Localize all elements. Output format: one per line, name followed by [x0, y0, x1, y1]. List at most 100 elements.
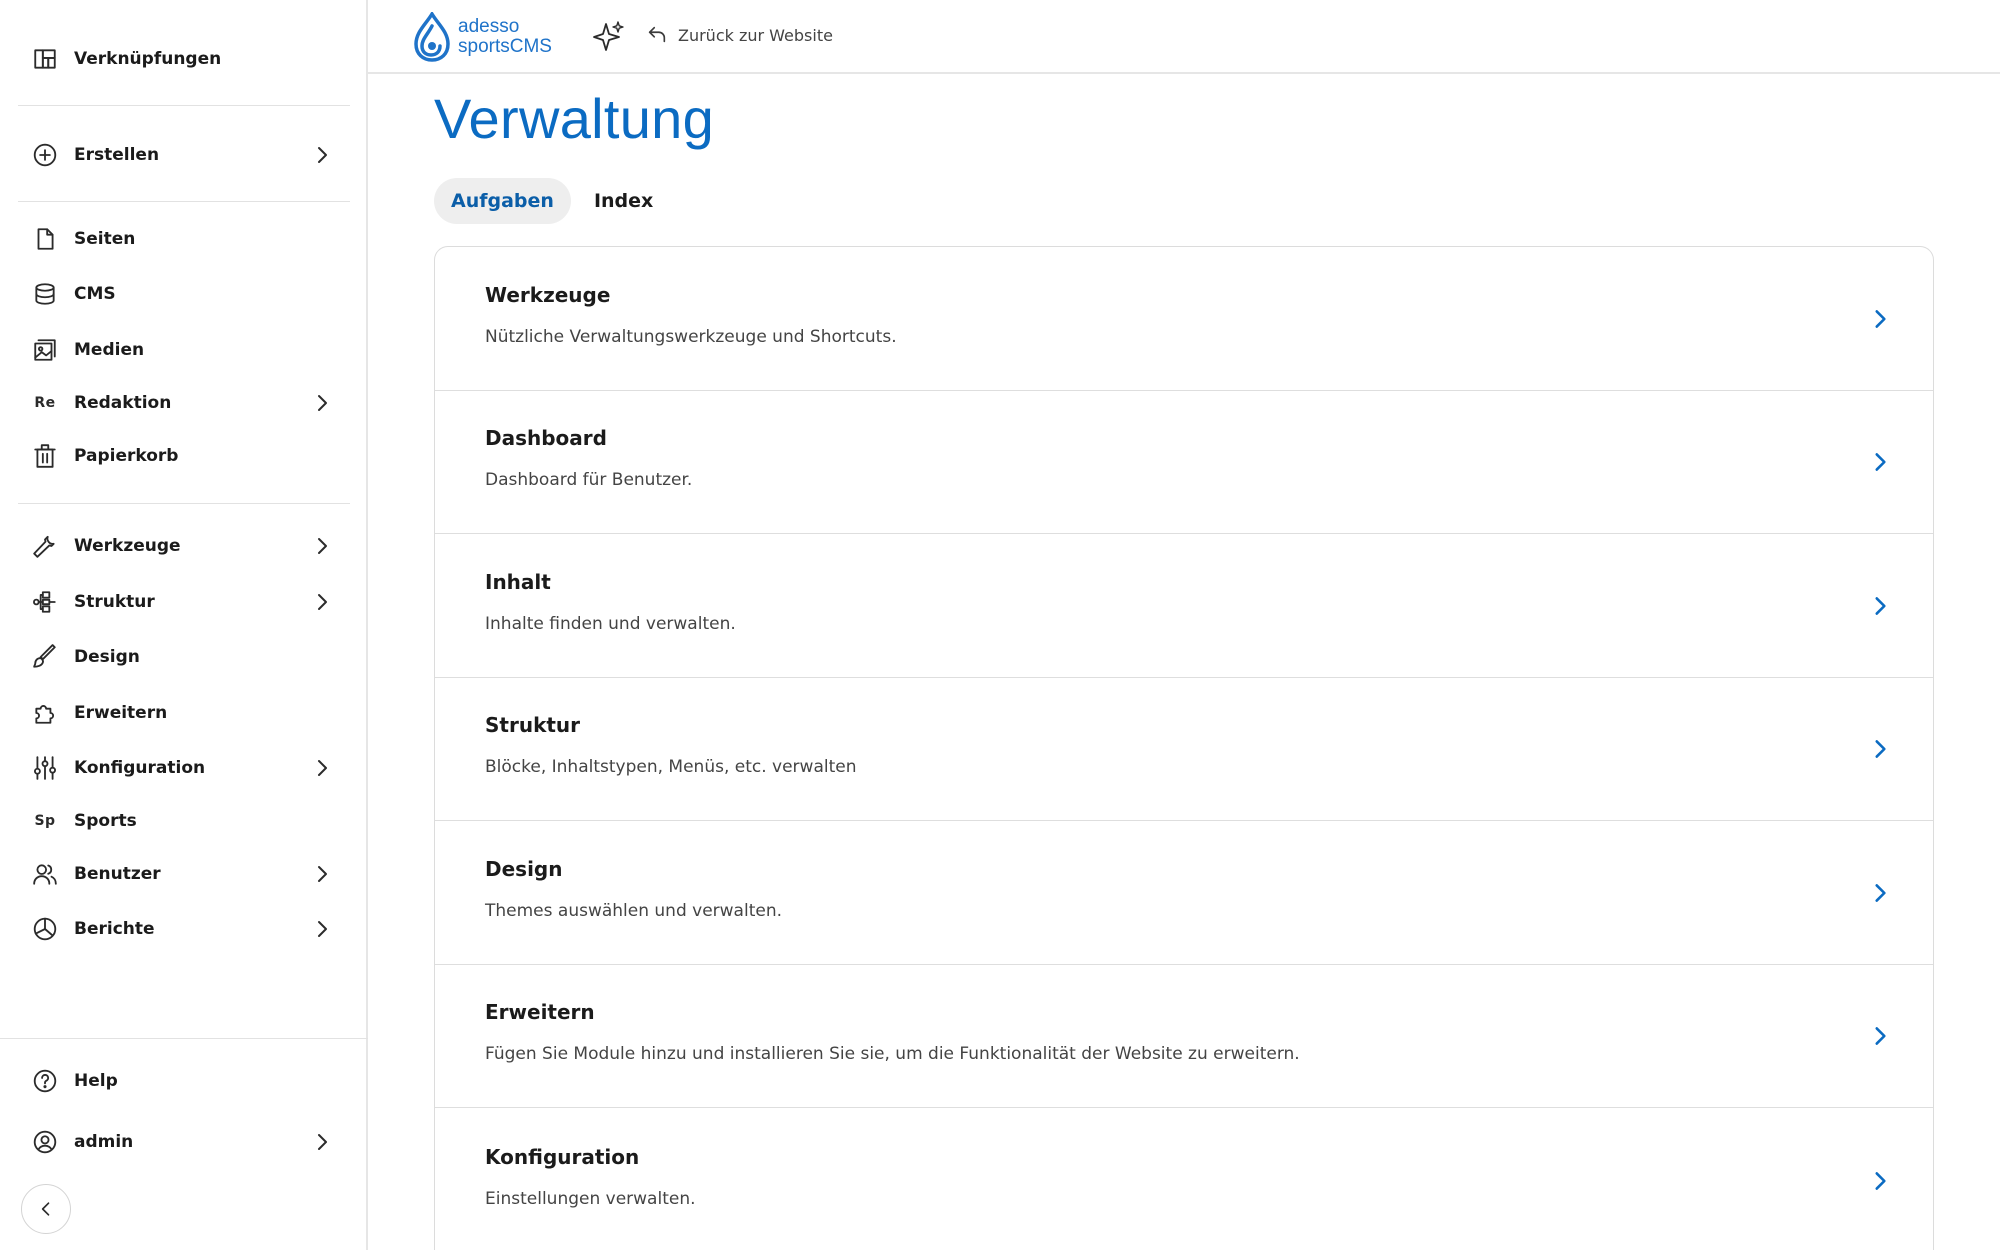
sidebar-item-label: admin: [74, 1132, 134, 1152]
sidebar-item-label: Redaktion: [74, 393, 172, 413]
sidebar-item-label: Erweitern: [74, 703, 168, 723]
card-description: Themes auswählen und verwalten.: [485, 901, 783, 921]
chevron-right-icon: [310, 862, 334, 886]
drop-logo-icon: [414, 12, 450, 62]
sidebar-item-benutzer[interactable]: Benutzer: [30, 850, 340, 898]
admin-card-werkzeuge[interactable]: Werkzeuge Nützliche Verwaltungswerkzeuge…: [435, 247, 1933, 391]
wrench-icon: [30, 531, 60, 561]
card-description: Nützliche Verwaltungswerkzeuge und Short…: [485, 327, 897, 347]
card-title: Inhalt: [485, 570, 551, 594]
sidebar-item-trash[interactable]: Papierkorb: [30, 432, 340, 480]
sidebar-item-label: Help: [74, 1071, 118, 1091]
chevron-right-icon: [1867, 449, 1893, 475]
sidebar-divider: [18, 503, 350, 504]
plus-circle-icon: [30, 140, 60, 170]
admin-card-erweitern[interactable]: Erweitern Fügen Sie Module hinzu und ins…: [435, 964, 1933, 1108]
sidebar-item-label: Sports: [74, 811, 137, 831]
structure-icon: [30, 587, 60, 617]
card-title: Konfiguration: [485, 1145, 640, 1169]
page-title: Verwaltung: [434, 87, 715, 150]
sidebar-item-label: Benutzer: [74, 864, 161, 884]
sidebar-item-create[interactable]: Erstellen: [30, 131, 340, 179]
sidebar-divider: [18, 105, 350, 106]
admin-card-design[interactable]: Design Themes auswählen und verwalten.: [435, 821, 1933, 965]
sidebar-divider: [18, 201, 350, 202]
card-description: Blöcke, Inhaltstypen, Menüs, etc. verwal…: [485, 757, 857, 777]
sidebar-item-sports[interactable]: Sp Sports: [30, 797, 340, 845]
sidebar-item-redaktion[interactable]: Re Redaktion: [30, 379, 340, 427]
back-to-website-label: Zurück zur Website: [678, 25, 833, 45]
sidebar-item-design[interactable]: Design: [30, 633, 340, 681]
chevron-right-icon: [310, 756, 334, 780]
sidebar-collapse-button[interactable]: [21, 1184, 71, 1234]
card-description: Einstellungen verwalten.: [485, 1189, 696, 1209]
admin-card-struktur[interactable]: Struktur Blöcke, Inhaltstypen, Menüs, et…: [435, 677, 1933, 821]
return-arrow-icon: [648, 26, 666, 43]
sports-abbr: Sp: [34, 813, 56, 829]
top-bar: adesso sportsCMS Zurück zur Website: [368, 0, 2000, 74]
trash-icon: [30, 441, 60, 471]
sidebar-item-label: Papierkorb: [74, 446, 179, 466]
sidebar-item-konfiguration[interactable]: Konfiguration: [30, 744, 340, 792]
sidebar-item-erweitern[interactable]: Erweitern: [30, 689, 340, 737]
chevron-right-icon: [310, 143, 334, 167]
redaktion-abbr: Re: [34, 395, 56, 411]
sidebar-item-berichte[interactable]: Berichte: [30, 905, 340, 953]
card-title: Dashboard: [485, 426, 607, 450]
users-icon: [30, 859, 60, 889]
card-title: Werkzeuge: [485, 283, 611, 307]
admin-card-inhalt[interactable]: Inhalt Inhalte finden und verwalten.: [435, 534, 1933, 678]
page-icon: [30, 224, 60, 254]
card-description: Inhalte finden und verwalten.: [485, 614, 736, 634]
chevron-right-icon: [310, 1130, 334, 1154]
sparkle-icon[interactable]: [592, 20, 626, 54]
admin-card-list: Werkzeuge Nützliche Verwaltungswerkzeuge…: [434, 246, 1934, 1250]
admin-card-dashboard[interactable]: Dashboard Dashboard für Benutzer.: [435, 390, 1933, 534]
sidebar-item-werkzeuge[interactable]: Werkzeuge: [30, 522, 340, 570]
tab-aufgaben[interactable]: Aufgaben: [434, 178, 571, 224]
user-circle-icon: [30, 1127, 60, 1157]
chevron-right-icon: [1867, 1023, 1893, 1049]
sliders-icon: [30, 753, 60, 783]
sidebar-item-label: Medien: [74, 340, 145, 360]
sidebar-divider: [0, 1038, 368, 1039]
sidebar-item-label: Werkzeuge: [74, 536, 181, 556]
chevron-left-icon: [41, 1202, 50, 1216]
sidebar-item-pages[interactable]: Seiten: [30, 215, 340, 263]
chevron-right-icon: [1867, 1168, 1893, 1194]
sports-abbr-icon: Sp: [30, 806, 60, 836]
admin-card-konfiguration[interactable]: Konfiguration Einstellungen verwalten.: [435, 1109, 1933, 1250]
card-title: Erweitern: [485, 1000, 595, 1024]
chevron-right-icon: [1867, 880, 1893, 906]
chevron-right-icon: [1867, 306, 1893, 332]
chevron-right-icon: [310, 391, 334, 415]
sidebar-item-label: CMS: [74, 284, 116, 304]
chevron-right-icon: [310, 917, 334, 941]
site-logo[interactable]: adesso sportsCMS: [412, 12, 552, 62]
card-title: Design: [485, 857, 563, 881]
sidebar-item-label: Konfiguration: [74, 758, 206, 778]
logo-line-2: sportsCMS: [458, 36, 552, 57]
sidebar-item-media[interactable]: Medien: [30, 326, 340, 374]
puzzle-icon: [30, 698, 60, 728]
sidebar-item-struktur[interactable]: Struktur: [30, 578, 340, 626]
chevron-right-icon: [310, 534, 334, 558]
back-to-website-link[interactable]: Zurück zur Website: [646, 24, 833, 46]
sidebar-item-shortcuts[interactable]: Verknüpfungen: [30, 35, 340, 83]
sidebar-item-label: Berichte: [74, 919, 155, 939]
shortcuts-icon: [30, 44, 60, 74]
card-description: Fügen Sie Module hinzu und installieren …: [485, 1044, 1300, 1064]
sidebar-item-user[interactable]: admin: [30, 1118, 340, 1166]
media-icon: [30, 335, 60, 365]
sidebar-item-cms[interactable]: CMS: [30, 270, 340, 318]
app-root: Verknüpfungen Erstellen Seiten CMS Medie…: [0, 0, 2000, 1250]
chevron-right-icon: [1867, 593, 1893, 619]
brush-icon: [30, 642, 60, 672]
tab-index[interactable]: Index: [577, 178, 670, 224]
sidebar-item-help[interactable]: Help: [30, 1057, 340, 1105]
sidebar-item-label: Struktur: [74, 592, 155, 612]
chevron-right-icon: [310, 590, 334, 614]
help-icon: [30, 1066, 60, 1096]
redaktion-abbr-icon: Re: [30, 388, 60, 418]
card-title: Struktur: [485, 713, 581, 737]
